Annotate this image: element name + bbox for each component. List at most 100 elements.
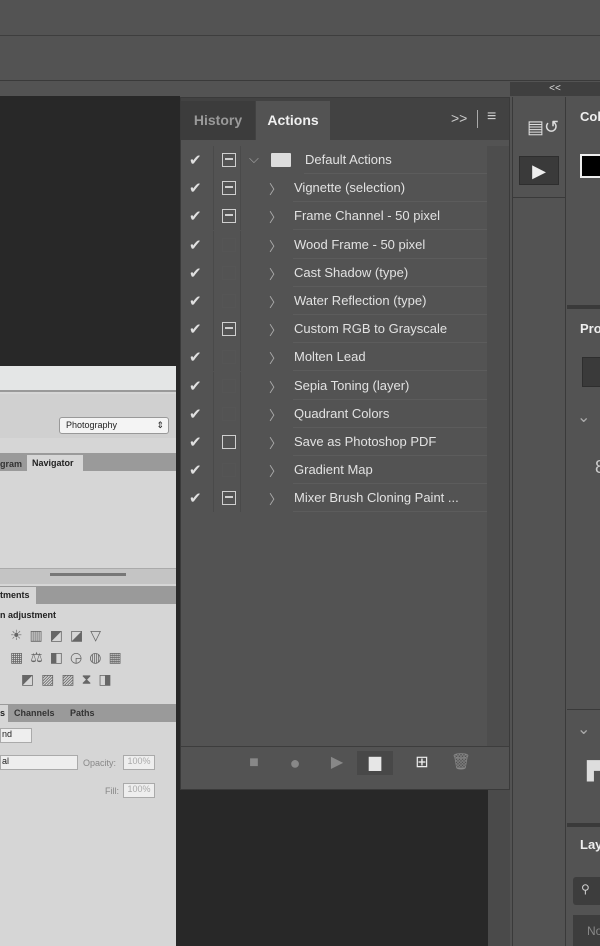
check-icon[interactable]: ✔ (189, 461, 202, 479)
layer-filter-select[interactable]: No (573, 915, 600, 946)
adjustment-icons: ☀▥◩◪▽ ▦⚖◧◶◍▦ ◩▨▨⧗◨ (10, 627, 129, 687)
action-row[interactable]: ✔ 〉 Frame Channel - 50 pixel (181, 202, 487, 231)
expand-icon[interactable]: >> (451, 110, 467, 126)
collapse-panels-button[interactable]: << (510, 82, 600, 96)
workspace-label: Photography (66, 420, 118, 430)
chevron-right-icon[interactable]: 〉 (269, 236, 282, 255)
check-icon[interactable]: ✔ (189, 377, 202, 395)
dialog-toggle-icon (222, 406, 236, 421)
check-icon[interactable]: ✔ (189, 489, 202, 507)
navigator-tab: Navigator (27, 455, 83, 471)
action-label: Water Reflection (type) (293, 287, 487, 315)
properties-panel-title[interactable]: Pro (580, 321, 600, 336)
scrollbar[interactable] (487, 146, 509, 746)
actions-play-icon[interactable]: ▶ (519, 156, 559, 185)
chevron-right-icon[interactable]: 〉 (269, 207, 282, 226)
dialog-toggle[interactable] (213, 399, 241, 428)
check-icon[interactable]: ✔ (189, 433, 202, 451)
check-icon[interactable]: ✔ (189, 292, 202, 310)
adjustments-title: n adjustment (0, 610, 57, 620)
dialog-toggle-icon (222, 350, 236, 365)
new-action-icon[interactable]: ⊞ (404, 751, 440, 775)
chevron-right-icon[interactable]: 〉 (269, 348, 282, 367)
properties-button[interactable] (582, 357, 600, 387)
check-icon[interactable]: ✔ (189, 264, 202, 282)
new-set-folder-icon[interactable]: ▆ (357, 751, 393, 775)
delete-trash-icon[interactable]: 🗑 (443, 751, 479, 775)
check-icon[interactable]: ✔ (189, 179, 202, 197)
check-icon[interactable]: ✔ (189, 405, 202, 423)
stop-icon[interactable]: ■ (236, 751, 272, 775)
action-row[interactable]: ✔ 〉 Sepia Toning (layer) (181, 371, 487, 400)
dialog-toggle-icon (222, 181, 236, 196)
dialog-toggle-icon (222, 294, 236, 308)
link-icon[interactable]: 8 (595, 457, 600, 478)
canvas-area-lower (178, 790, 488, 946)
chevron-right-icon[interactable]: 〉 (269, 377, 282, 396)
menu-icon[interactable]: ≡ (487, 108, 496, 126)
action-label: Custom RGB to Grayscale (293, 315, 487, 344)
dialog-toggle[interactable] (213, 484, 241, 513)
action-row[interactable]: ✔ 〉 Custom RGB to Grayscale (181, 315, 487, 344)
dialog-toggle[interactable] (213, 230, 241, 259)
chevron-right-icon[interactable]: 〉 (269, 461, 282, 480)
action-row[interactable]: ✔ 〉 Quadrant Colors (181, 399, 487, 428)
foreground-color-swatch[interactable] (580, 154, 600, 178)
action-row[interactable]: ✔ 〉 Mixer Brush Cloning Paint ... (181, 484, 487, 513)
dialog-toggle[interactable] (213, 315, 241, 344)
history-actions-icon[interactable]: ▤↺ (527, 117, 559, 138)
blend-select: al (0, 755, 78, 770)
adjustments-tab: tments (0, 587, 36, 604)
action-row[interactable]: ✔ 〉 Cast Shadow (type) (181, 258, 487, 287)
chevron-right-icon[interactable]: 〉 (269, 264, 282, 283)
chevron-right-icon[interactable]: 〉 (269, 320, 282, 339)
dialog-toggle[interactable] (213, 428, 241, 456)
check-icon[interactable]: ✔ (189, 151, 202, 169)
chevron-down-icon-2[interactable]: ⌄ (577, 719, 590, 739)
check-icon[interactable]: ✔ (189, 236, 202, 254)
canvas-scrollbar[interactable] (488, 790, 510, 946)
action-label: Save as Photoshop PDF (293, 428, 487, 456)
action-row[interactable]: ✔ 〉 Vignette (selection) (181, 174, 487, 203)
record-icon[interactable]: ● (277, 751, 313, 775)
check-icon[interactable]: ✔ (189, 320, 202, 338)
action-row[interactable]: ✔ ⌵ Default Actions (181, 146, 487, 174)
dialog-toggle[interactable] (213, 371, 241, 400)
search-icon[interactable]: ⚲ (573, 877, 600, 905)
check-icon[interactable]: ✔ (189, 348, 202, 366)
chevron-right-icon[interactable]: 〉 (269, 433, 282, 452)
action-row[interactable]: ✔ 〉 Molten Lead (181, 343, 487, 372)
chevron-down-icon[interactable]: ⌄ (577, 407, 590, 427)
chevron-down-icon[interactable]: ⌵ (249, 151, 259, 167)
divider (477, 110, 478, 128)
check-icon[interactable]: ✔ (189, 207, 202, 225)
action-label: Quadrant Colors (293, 400, 487, 428)
dialog-toggle[interactable] (213, 258, 241, 287)
action-label: Sepia Toning (layer) (293, 372, 487, 400)
workspace-select: Photography ⇕ (59, 417, 169, 434)
play-icon[interactable]: ▶ (319, 751, 355, 775)
dialog-toggle[interactable] (213, 343, 241, 372)
layers-panel-title[interactable]: Lay (580, 837, 600, 852)
dialog-toggle-icon (222, 209, 236, 224)
tab-history[interactable]: History (181, 101, 255, 140)
dialog-toggle-icon (222, 322, 236, 337)
dialog-toggle[interactable] (213, 287, 241, 315)
ruler-icon: ▛ (587, 761, 600, 781)
dialog-toggle[interactable] (213, 456, 241, 485)
chevron-right-icon[interactable]: 〉 (269, 405, 282, 424)
tab-actions[interactable]: Actions (256, 101, 330, 140)
color-panel-title[interactable]: Col (580, 109, 600, 124)
chevron-right-icon[interactable]: 〉 (269, 179, 282, 198)
action-row[interactable]: ✔ 〉 Gradient Map (181, 456, 487, 485)
action-row[interactable]: ✔ 〉 Save as Photoshop PDF (181, 428, 487, 456)
action-row[interactable]: ✔ 〉 Water Reflection (type) (181, 287, 487, 315)
dialog-toggle[interactable] (213, 146, 241, 174)
action-label: Molten Lead (293, 343, 487, 372)
action-row[interactable]: ✔ 〉 Wood Frame - 50 pixel (181, 230, 487, 259)
dialog-toggle[interactable] (213, 174, 241, 203)
chevron-right-icon[interactable]: 〉 (269, 489, 282, 508)
dialog-toggle[interactable] (213, 202, 241, 231)
chevron-right-icon[interactable]: 〉 (269, 292, 282, 311)
panel-tabs: History Actions >> ≡ (181, 98, 509, 140)
